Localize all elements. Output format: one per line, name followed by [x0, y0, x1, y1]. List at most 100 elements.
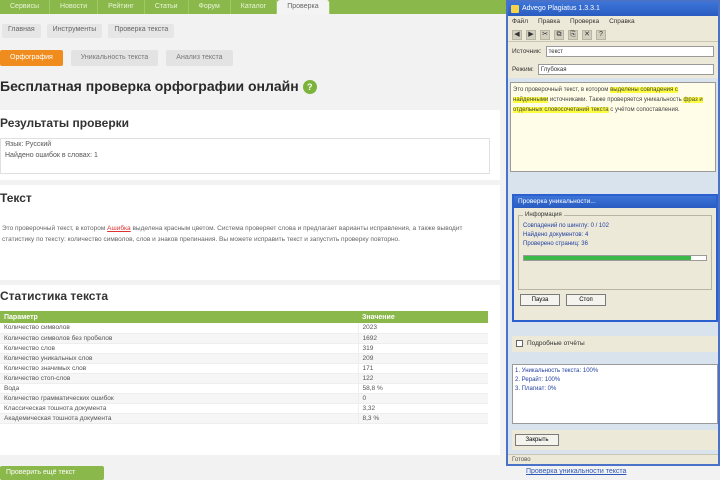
results-panel: Результаты проверки Язык: Русский Найден… [0, 110, 500, 180]
pause-button[interactable]: Пауза [520, 294, 560, 306]
app-text-area[interactable]: Это проверочный текст, в котором выделен… [510, 82, 716, 172]
results-list[interactable]: 1. Уникальность текста: 100% 2. Рерайт: … [512, 364, 718, 424]
table-row: Количество стоп-слов 122 [0, 373, 488, 384]
table-row: Количество грамматических ошибок 0 [0, 393, 488, 404]
breadcrumb-item[interactable]: Главная [2, 24, 41, 38]
stat-value: 319 [357, 343, 488, 354]
top-navigation: Сервисы Новости Рейтинг Статьи Форум Кат… [0, 0, 510, 14]
back-icon[interactable]: ◀ [512, 30, 522, 40]
app-toolbar: ◀ ▶ ✂ ⧉ ⎘ ✕ ? [508, 28, 718, 42]
close-row: Закрыть [512, 430, 718, 450]
stop-button[interactable]: Стоп [566, 294, 606, 306]
stats-title: Статистика текста [0, 289, 109, 303]
text-fragment: источниками. Также проверяется уникально… [548, 97, 684, 103]
app-menubar: Файл Правка Проверка Справка [508, 16, 718, 28]
paste-icon[interactable]: ⎘ [568, 30, 578, 40]
stat-value: 171 [357, 363, 488, 374]
help-icon[interactable]: ? [596, 30, 606, 40]
close-button[interactable]: Закрыть [515, 434, 559, 446]
stat-value: 2023 [357, 323, 488, 334]
source-row: Источник: текст [508, 42, 718, 60]
dialog-title[interactable]: Проверка уникальности... [514, 196, 716, 208]
error-word[interactable]: Ашибка [107, 225, 131, 232]
nav-item[interactable]: Сервисы [0, 0, 51, 14]
table-row: Количество символов 2023 [0, 323, 488, 334]
stat-name: Количество слов [0, 343, 358, 354]
table-row: Академическая тошнота документа 8,3 % [0, 413, 488, 424]
cut-icon[interactable]: ✂ [540, 30, 550, 40]
stats-header-value: Значение [358, 311, 488, 323]
breadcrumb-item: Проверка текста [108, 24, 175, 38]
mode-select[interactable]: Глубокая [537, 63, 714, 75]
tab-spelling[interactable]: Орфография [0, 50, 63, 66]
stat-name: Академическая тошнота документа [0, 413, 358, 424]
menu-edit[interactable]: Правка [538, 16, 560, 28]
text-title: Текст [0, 191, 32, 205]
stat-value: 0 [357, 393, 488, 404]
stat-value: 58,8 % [357, 383, 488, 394]
tab-analysis[interactable]: Анализ текста [166, 50, 233, 66]
tab-bar: Орфография Уникальность текста Анализ те… [0, 50, 233, 66]
clear-icon[interactable]: ✕ [582, 30, 592, 40]
table-row: Количество символов без пробелов 1692 [0, 333, 488, 344]
help-icon[interactable]: ? [302, 80, 317, 95]
nav-item-active[interactable]: Проверка [277, 0, 330, 14]
results-language: Язык: Русский [5, 141, 52, 148]
stats-table: Параметр Значение Количество символов 202… [0, 311, 488, 424]
source-label: Источник: [512, 47, 542, 55]
stat-name: Количество символов без пробелов [0, 333, 358, 344]
detailed-reports-row: Подробные отчёты [512, 336, 718, 352]
check-again-button[interactable]: Проверить ещё текст [0, 466, 104, 480]
forward-icon[interactable]: ▶ [526, 30, 536, 40]
detailed-reports-checkbox[interactable] [516, 339, 523, 347]
tab-uniqueness[interactable]: Уникальность текста [70, 50, 159, 66]
info-group: Информация Совпадений по шинглу: 0 / 102… [518, 212, 712, 290]
stats-panel: Статистика текста Параметр Значение Коли… [0, 285, 500, 455]
results-box: Язык: Русский Найдено ошибок в словах: 1 [0, 138, 490, 174]
list-item: 1. Уникальность текста: 100% [515, 368, 599, 374]
text-fragment: с учётом сопоставления. [608, 107, 680, 113]
text-panel: Текст Это проверочный текст, в котором А… [0, 185, 500, 280]
checked-text: Это проверочный текст, в котором Ашибка … [2, 223, 490, 245]
menu-help[interactable]: Справка [609, 16, 635, 28]
list-item: 3. Плагиат: 0% [515, 386, 557, 392]
progress-dialog: Проверка уникальности... Информация Совп… [512, 194, 718, 322]
breadcrumb: Главная Инструменты Проверка текста [0, 24, 505, 38]
stats-header-param: Параметр [0, 311, 358, 323]
status-bar: Готово [508, 454, 718, 464]
nav-item[interactable]: Статьи [145, 0, 189, 14]
stat-name: Количество значимых слов [0, 363, 358, 374]
stat-value: 209 [357, 353, 488, 364]
stat-name: Количество символов [0, 323, 358, 334]
detailed-reports-label: Подробные отчёты [527, 340, 585, 347]
progress-bar [523, 255, 707, 261]
menu-check[interactable]: Проверка [570, 16, 599, 28]
nav-item[interactable]: Новости [50, 0, 99, 14]
uniqueness-link[interactable]: Проверка уникальности текста [526, 468, 626, 475]
stat-value: 122 [357, 373, 488, 384]
copy-icon[interactable]: ⧉ [554, 30, 564, 40]
table-row: Классическая тошнота документа 3,32 [0, 403, 488, 414]
results-errors: Найдено ошибок в словах: 1 [5, 152, 98, 159]
breadcrumb-item[interactable]: Инструменты [46, 24, 103, 38]
list-item: 2. Рерайт: 100% [515, 377, 561, 383]
progress-fill [524, 256, 692, 260]
source-select[interactable]: текст [545, 45, 714, 57]
results-title: Результаты проверки [0, 116, 130, 130]
stat-value: 8,3 % [357, 413, 488, 424]
page-title-text: Бесплатная проверка орфографии онлайн [0, 78, 299, 94]
dialog-info-line: Проверено страниц: 36 [523, 241, 588, 247]
nav-item[interactable]: Рейтинг [98, 0, 145, 14]
stat-name: Вода [0, 383, 358, 394]
stat-name: Количество грамматических ошибок [0, 393, 358, 404]
stat-name: Классическая тошнота документа [0, 403, 358, 414]
text-fragment: Это проверочный текст, в котором [513, 87, 611, 93]
dialog-info-line: Найдено документов: 4 [523, 232, 589, 238]
app-titlebar[interactable]: Advego Plagiatus 1.3.3.1 [508, 2, 718, 16]
mode-row: Режим: Глубокая [508, 60, 718, 78]
app-title: Advego Plagiatus 1.3.3.1 [522, 5, 600, 12]
stat-name: Количество стоп-слов [0, 373, 358, 384]
nav-item[interactable]: Форум [189, 0, 231, 14]
nav-item[interactable]: Каталог [231, 0, 278, 14]
menu-file[interactable]: Файл [512, 16, 528, 28]
